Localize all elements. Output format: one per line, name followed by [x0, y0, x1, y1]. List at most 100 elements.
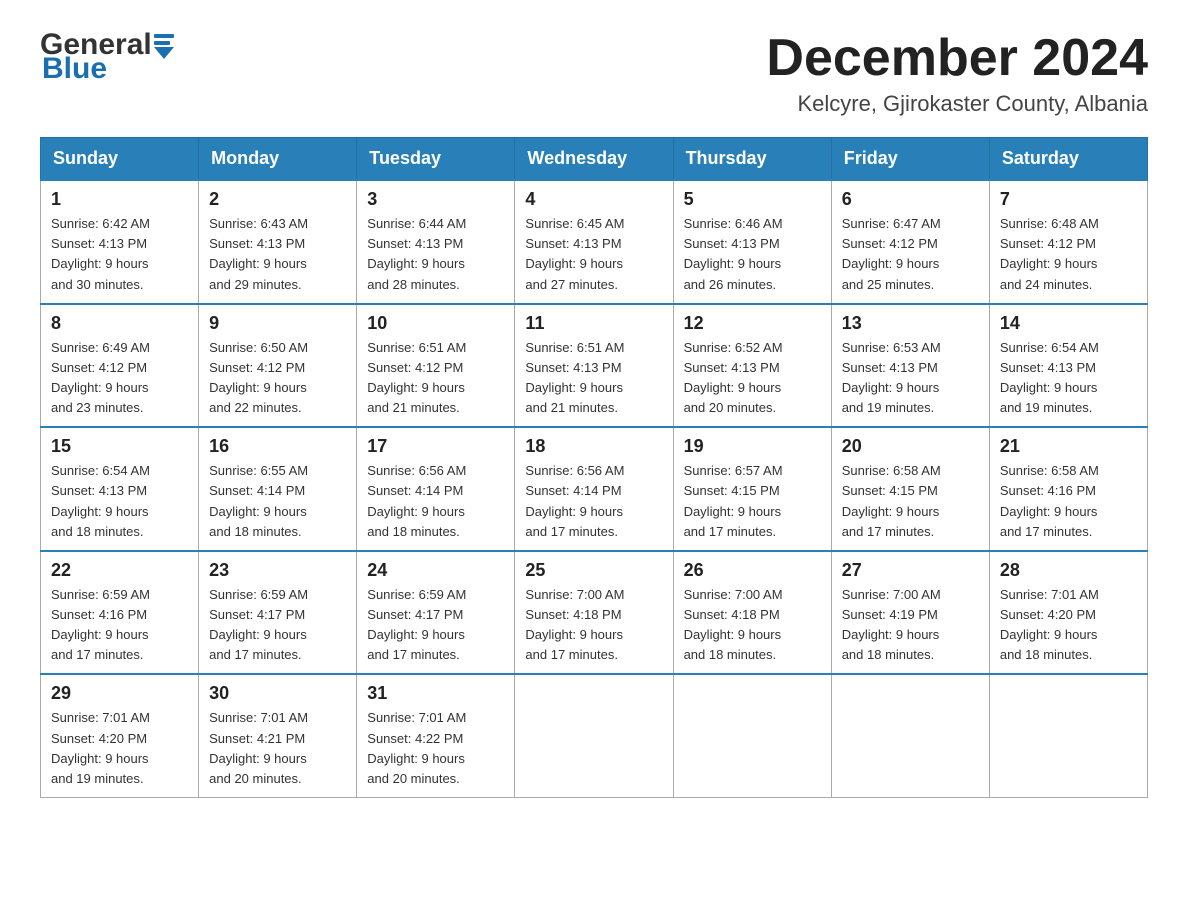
day-number: 30: [209, 683, 346, 704]
day-number: 19: [684, 436, 821, 457]
header-row: Sunday Monday Tuesday Wednesday Thursday…: [41, 138, 1148, 181]
col-friday: Friday: [831, 138, 989, 181]
day-info: Sunrise: 6:59 AM Sunset: 4:17 PM Dayligh…: [209, 585, 346, 666]
col-saturday: Saturday: [989, 138, 1147, 181]
day-info: Sunrise: 7:00 AM Sunset: 4:18 PM Dayligh…: [684, 585, 821, 666]
day-number: 15: [51, 436, 188, 457]
day-info: Sunrise: 6:44 AM Sunset: 4:13 PM Dayligh…: [367, 214, 504, 295]
col-tuesday: Tuesday: [357, 138, 515, 181]
calendar-cell: 8 Sunrise: 6:49 AM Sunset: 4:12 PM Dayli…: [41, 304, 199, 428]
logo-triangle: [154, 47, 174, 59]
col-thursday: Thursday: [673, 138, 831, 181]
calendar-cell: 17 Sunrise: 6:56 AM Sunset: 4:14 PM Dayl…: [357, 427, 515, 551]
calendar-cell: 26 Sunrise: 7:00 AM Sunset: 4:18 PM Dayl…: [673, 551, 831, 675]
day-info: Sunrise: 6:58 AM Sunset: 4:15 PM Dayligh…: [842, 461, 979, 542]
day-number: 20: [842, 436, 979, 457]
calendar-cell: 14 Sunrise: 6:54 AM Sunset: 4:13 PM Dayl…: [989, 304, 1147, 428]
calendar-cell: 29 Sunrise: 7:01 AM Sunset: 4:20 PM Dayl…: [41, 674, 199, 797]
calendar-cell: 4 Sunrise: 6:45 AM Sunset: 4:13 PM Dayli…: [515, 180, 673, 304]
day-number: 1: [51, 189, 188, 210]
day-info: Sunrise: 7:00 AM Sunset: 4:19 PM Dayligh…: [842, 585, 979, 666]
day-info: Sunrise: 6:59 AM Sunset: 4:16 PM Dayligh…: [51, 585, 188, 666]
day-info: Sunrise: 6:54 AM Sunset: 4:13 PM Dayligh…: [1000, 338, 1137, 419]
calendar-cell: 30 Sunrise: 7:01 AM Sunset: 4:21 PM Dayl…: [199, 674, 357, 797]
calendar-cell: 28 Sunrise: 7:01 AM Sunset: 4:20 PM Dayl…: [989, 551, 1147, 675]
calendar-cell: 11 Sunrise: 6:51 AM Sunset: 4:13 PM Dayl…: [515, 304, 673, 428]
month-title: December 2024: [766, 30, 1148, 87]
col-monday: Monday: [199, 138, 357, 181]
day-info: Sunrise: 6:51 AM Sunset: 4:12 PM Dayligh…: [367, 338, 504, 419]
title-area: December 2024 Kelcyre, Gjirokaster Count…: [766, 30, 1148, 117]
calendar-cell: 18 Sunrise: 6:56 AM Sunset: 4:14 PM Dayl…: [515, 427, 673, 551]
calendar-cell: 1 Sunrise: 6:42 AM Sunset: 4:13 PM Dayli…: [41, 180, 199, 304]
day-number: 14: [1000, 313, 1137, 334]
calendar-week-4: 22 Sunrise: 6:59 AM Sunset: 4:16 PM Dayl…: [41, 551, 1148, 675]
day-info: Sunrise: 7:01 AM Sunset: 4:20 PM Dayligh…: [1000, 585, 1137, 666]
calendar-cell: 13 Sunrise: 6:53 AM Sunset: 4:13 PM Dayl…: [831, 304, 989, 428]
day-info: Sunrise: 6:58 AM Sunset: 4:16 PM Dayligh…: [1000, 461, 1137, 542]
day-number: 10: [367, 313, 504, 334]
calendar-week-3: 15 Sunrise: 6:54 AM Sunset: 4:13 PM Dayl…: [41, 427, 1148, 551]
day-number: 8: [51, 313, 188, 334]
calendar-cell: 2 Sunrise: 6:43 AM Sunset: 4:13 PM Dayli…: [199, 180, 357, 304]
day-number: 6: [842, 189, 979, 210]
calendar-cell: 31 Sunrise: 7:01 AM Sunset: 4:22 PM Dayl…: [357, 674, 515, 797]
calendar-cell: 12 Sunrise: 6:52 AM Sunset: 4:13 PM Dayl…: [673, 304, 831, 428]
day-info: Sunrise: 6:42 AM Sunset: 4:13 PM Dayligh…: [51, 214, 188, 295]
day-number: 5: [684, 189, 821, 210]
day-info: Sunrise: 6:57 AM Sunset: 4:15 PM Dayligh…: [684, 461, 821, 542]
calendar-week-2: 8 Sunrise: 6:49 AM Sunset: 4:12 PM Dayli…: [41, 304, 1148, 428]
calendar-cell: 15 Sunrise: 6:54 AM Sunset: 4:13 PM Dayl…: [41, 427, 199, 551]
day-number: 16: [209, 436, 346, 457]
calendar-cell: 23 Sunrise: 6:59 AM Sunset: 4:17 PM Dayl…: [199, 551, 357, 675]
day-info: Sunrise: 6:52 AM Sunset: 4:13 PM Dayligh…: [684, 338, 821, 419]
day-info: Sunrise: 6:50 AM Sunset: 4:12 PM Dayligh…: [209, 338, 346, 419]
logo-bar2: [154, 41, 170, 45]
day-number: 22: [51, 560, 188, 581]
day-number: 18: [525, 436, 662, 457]
day-info: Sunrise: 6:45 AM Sunset: 4:13 PM Dayligh…: [525, 214, 662, 295]
day-number: 3: [367, 189, 504, 210]
day-number: 24: [367, 560, 504, 581]
calendar-table: Sunday Monday Tuesday Wednesday Thursday…: [40, 137, 1148, 798]
day-number: 13: [842, 313, 979, 334]
day-number: 23: [209, 560, 346, 581]
day-info: Sunrise: 6:48 AM Sunset: 4:12 PM Dayligh…: [1000, 214, 1137, 295]
calendar-cell: [831, 674, 989, 797]
page-header: General Blue December 2024 Kelcyre, Gjir…: [40, 30, 1148, 117]
day-info: Sunrise: 6:56 AM Sunset: 4:14 PM Dayligh…: [525, 461, 662, 542]
calendar-cell: [673, 674, 831, 797]
day-number: 29: [51, 683, 188, 704]
calendar-cell: [515, 674, 673, 797]
day-number: 28: [1000, 560, 1137, 581]
logo-bar1: [154, 34, 174, 38]
calendar-week-5: 29 Sunrise: 7:01 AM Sunset: 4:20 PM Dayl…: [41, 674, 1148, 797]
day-info: Sunrise: 6:49 AM Sunset: 4:12 PM Dayligh…: [51, 338, 188, 419]
day-number: 25: [525, 560, 662, 581]
col-sunday: Sunday: [41, 138, 199, 181]
day-number: 17: [367, 436, 504, 457]
day-number: 31: [367, 683, 504, 704]
day-number: 11: [525, 313, 662, 334]
calendar-cell: 24 Sunrise: 6:59 AM Sunset: 4:17 PM Dayl…: [357, 551, 515, 675]
day-info: Sunrise: 7:00 AM Sunset: 4:18 PM Dayligh…: [525, 585, 662, 666]
day-number: 4: [525, 189, 662, 210]
day-number: 9: [209, 313, 346, 334]
calendar-cell: 5 Sunrise: 6:46 AM Sunset: 4:13 PM Dayli…: [673, 180, 831, 304]
logo: General Blue: [40, 30, 174, 84]
day-number: 7: [1000, 189, 1137, 210]
day-number: 27: [842, 560, 979, 581]
day-number: 26: [684, 560, 821, 581]
day-info: Sunrise: 6:43 AM Sunset: 4:13 PM Dayligh…: [209, 214, 346, 295]
day-number: 21: [1000, 436, 1137, 457]
day-info: Sunrise: 6:53 AM Sunset: 4:13 PM Dayligh…: [842, 338, 979, 419]
day-info: Sunrise: 6:47 AM Sunset: 4:12 PM Dayligh…: [842, 214, 979, 295]
day-info: Sunrise: 6:59 AM Sunset: 4:17 PM Dayligh…: [367, 585, 504, 666]
calendar-cell: 6 Sunrise: 6:47 AM Sunset: 4:12 PM Dayli…: [831, 180, 989, 304]
day-info: Sunrise: 6:56 AM Sunset: 4:14 PM Dayligh…: [367, 461, 504, 542]
calendar-cell: 27 Sunrise: 7:00 AM Sunset: 4:19 PM Dayl…: [831, 551, 989, 675]
calendar-cell: 3 Sunrise: 6:44 AM Sunset: 4:13 PM Dayli…: [357, 180, 515, 304]
day-info: Sunrise: 7:01 AM Sunset: 4:21 PM Dayligh…: [209, 708, 346, 789]
day-number: 2: [209, 189, 346, 210]
col-wednesday: Wednesday: [515, 138, 673, 181]
